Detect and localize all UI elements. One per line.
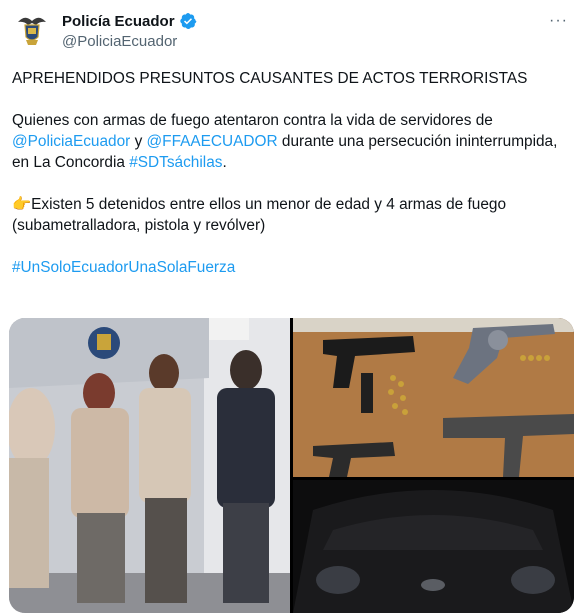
author-display-name[interactable]: Policía Ecuador (62, 13, 175, 30)
tweet-paragraph-1: Quienes con armas de fuego atentaron con… (12, 110, 572, 173)
mention-ffaa-ecuador[interactable]: @FFAAECUADOR (147, 133, 278, 150)
media-grid (9, 318, 574, 613)
hashtag-unsoloecuador[interactable]: #UnSoloEcuadorUnaSolaFuerza (12, 259, 235, 276)
mention-policia-ecuador[interactable]: @PoliciaEcuador (12, 133, 130, 150)
tweet-text: APREHENDIDOS PRESUNTOS CAUSANTES DE ACTO… (12, 68, 572, 299)
detained-suspects-photo[interactable] (9, 318, 290, 613)
author-avatar[interactable] (12, 10, 52, 50)
hashtag-sdtsachilas[interactable]: #SDTsáchilas (129, 154, 222, 171)
vehicle-photo[interactable] (293, 480, 574, 613)
text-segment: Quienes con armas de fuego atentaron con… (12, 112, 493, 129)
tweet-headline: APREHENDIDOS PRESUNTOS CAUSANTES DE ACTO… (12, 70, 528, 87)
seized-weapons-photo[interactable] (293, 318, 574, 477)
text-segment: Existen 5 detenidos entre ellos un menor… (12, 196, 507, 234)
tweet-paragraph-2: 👉Existen 5 detenidos entre ellos un meno… (12, 194, 572, 236)
author-handle[interactable]: @PoliciaEcuador (62, 33, 177, 50)
police-crest-icon (12, 10, 52, 50)
more-options-button[interactable]: ··· (549, 12, 568, 30)
text-segment: . (222, 154, 227, 171)
tweet-header: Policía Ecuador @PoliciaEcuador ··· (12, 8, 574, 56)
tweet-paragraph-3: #UnSoloEcuadorUnaSolaFuerza (12, 257, 572, 278)
text-segment: y (130, 133, 147, 150)
verified-badge-icon (179, 12, 197, 30)
pointing-hand-emoji: 👉 (12, 196, 32, 213)
